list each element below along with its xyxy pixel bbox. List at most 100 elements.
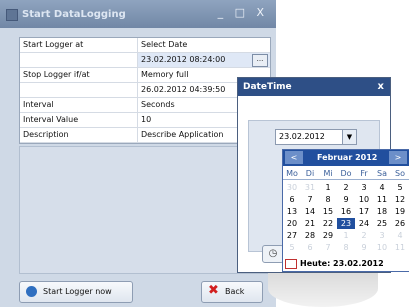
weekday-label: Fr	[360, 169, 368, 178]
calendar-day[interactable]: 4	[373, 182, 391, 193]
row-value[interactable]: 10	[141, 115, 151, 124]
calendar-day[interactable]: 10	[373, 242, 391, 253]
calendar-day[interactable]: 5	[283, 242, 301, 253]
start-date-value[interactable]: 23.02.2012 08:24:00	[141, 55, 225, 64]
back-button[interactable]: ✖ Back	[201, 281, 263, 303]
calendar-day[interactable]: 6	[301, 242, 319, 253]
row-value[interactable]: Memory full	[141, 70, 188, 79]
clock-icon: ◷	[268, 248, 278, 259]
start-icon	[26, 286, 37, 297]
start-logger-label: Start Logger now	[43, 287, 112, 296]
calendar-day[interactable]: 6	[283, 194, 301, 205]
window-controls[interactable]: _ □ X	[218, 6, 268, 19]
start-datalogging-window: Start DataLogging _ □ X Start Logger at …	[0, 0, 276, 307]
close-icon[interactable]: x	[378, 81, 384, 92]
prev-month-button[interactable]: <	[285, 151, 303, 164]
calendar-day[interactable]: 13	[283, 206, 301, 217]
back-label: Back	[225, 287, 245, 296]
calendar-day[interactable]: 24	[355, 218, 373, 229]
weekday-header: Mo Di Mi Do Fr Sa So	[283, 169, 409, 179]
calendar-day[interactable]: 16	[337, 206, 355, 217]
decorative-shadow	[268, 270, 378, 307]
grid-row[interactable]: Start Logger at Select Date	[20, 38, 270, 53]
chevron-down-icon[interactable]: ▼	[342, 130, 356, 144]
calendar-header: < Februar 2012 >	[283, 150, 409, 166]
today-footer[interactable]: Heute: 23.02.2012	[283, 256, 409, 271]
weekday-label: So	[395, 169, 405, 178]
calendar-day[interactable]: 2	[355, 230, 373, 241]
row-value[interactable]: Seconds	[141, 100, 175, 109]
calendar-day[interactable]: 8	[319, 194, 337, 205]
calendar-day[interactable]: 1	[337, 230, 355, 241]
calendar-day[interactable]: 12	[391, 194, 409, 205]
row-key: Interval	[23, 100, 54, 109]
calendar-day[interactable]: 17	[355, 206, 373, 217]
grid-row[interactable]: Stop Logger if/at Memory full	[20, 68, 270, 83]
calendar-day[interactable]: 15	[319, 206, 337, 217]
weekday-label: Sa	[377, 169, 387, 178]
today-marker-icon	[285, 259, 297, 269]
weekday-label: Do	[340, 169, 352, 178]
close-icon: ✖	[208, 283, 219, 298]
calendar-day[interactable]: 19	[391, 206, 409, 217]
calendar-day[interactable]: 21	[301, 218, 319, 229]
calendar-day[interactable]: 1	[319, 182, 337, 193]
calendar-day[interactable]: 11	[391, 242, 409, 253]
calendar-day[interactable]: 7	[301, 194, 319, 205]
calendar-day[interactable]: 7	[319, 242, 337, 253]
row-key: Start Logger at	[23, 40, 84, 49]
grid-row[interactable]: Interval Value 10	[20, 113, 270, 128]
grid-row[interactable]: 23.02.2012 08:24:00 ...	[20, 53, 270, 68]
calendar-day[interactable]: 22	[319, 218, 337, 229]
calendar-day[interactable]: 9	[355, 242, 373, 253]
calendar-divider	[283, 179, 409, 180]
row-key: Interval Value	[23, 115, 79, 124]
today-label: Heute: 23.02.2012	[300, 259, 384, 268]
calendar-day[interactable]: 29	[319, 230, 337, 241]
calendar-month: Februar 2012	[317, 153, 378, 162]
calendar-day[interactable]: 18	[373, 206, 391, 217]
clock-button[interactable]: ◷	[262, 245, 284, 263]
calendar-day[interactable]: 27	[283, 230, 301, 241]
date-picker-button[interactable]: ...	[252, 54, 268, 67]
grid-row[interactable]: Interval Seconds	[20, 98, 270, 113]
calendar-day[interactable]: 23	[337, 218, 355, 229]
weekday-label: Mo	[286, 169, 298, 178]
calendar-day[interactable]: 28	[301, 230, 319, 241]
calendar-day[interactable]: 30	[283, 182, 301, 193]
description-panel	[19, 146, 273, 274]
row-value[interactable]: Describe Application	[141, 130, 223, 139]
row-value[interactable]: Select Date	[141, 40, 187, 49]
calendar-day[interactable]: 9	[337, 194, 355, 205]
stop-date-value[interactable]: 26.02.2012 04:39:50	[141, 85, 225, 94]
settings-grid: Start Logger at Select Date 23.02.2012 0…	[19, 37, 271, 144]
calendar-day[interactable]: 31	[301, 182, 319, 193]
calendar-day[interactable]: 3	[373, 230, 391, 241]
grid-row[interactable]: Description Describe Application	[20, 128, 270, 143]
next-month-button[interactable]: >	[389, 151, 407, 164]
weekday-label: Di	[305, 169, 315, 178]
calendar-day[interactable]: 8	[337, 242, 355, 253]
grid-row[interactable]: 26.02.2012 04:39:50	[20, 83, 270, 98]
calendar-day[interactable]: 20	[283, 218, 301, 229]
date-combobox-value: 23.02.2012	[279, 132, 325, 141]
start-logger-button[interactable]: Start Logger now	[19, 281, 133, 303]
calendar-day[interactable]: 25	[373, 218, 391, 229]
calendar-day[interactable]: 4	[391, 230, 409, 241]
datetime-title: DateTime	[243, 82, 292, 92]
app-icon	[6, 9, 18, 21]
calendar-day[interactable]: 5	[391, 182, 409, 193]
calendar-day[interactable]: 10	[355, 194, 373, 205]
date-combobox[interactable]: 23.02.2012 ▼	[275, 129, 357, 145]
calendar-day[interactable]: 2	[337, 182, 355, 193]
row-key: Stop Logger if/at	[23, 70, 90, 79]
title-bar[interactable]: Start DataLogging _ □ X	[0, 0, 276, 28]
row-key: Description	[23, 130, 69, 139]
calendar-day[interactable]: 14	[301, 206, 319, 217]
datetime-title-bar[interactable]: DateTime x	[238, 78, 390, 96]
calendar-day[interactable]: 3	[355, 182, 373, 193]
calendar-day[interactable]: 26	[391, 218, 409, 229]
weekday-label: Mi	[323, 169, 333, 178]
window-title: Start DataLogging	[22, 9, 126, 20]
calendar-day[interactable]: 11	[373, 194, 391, 205]
